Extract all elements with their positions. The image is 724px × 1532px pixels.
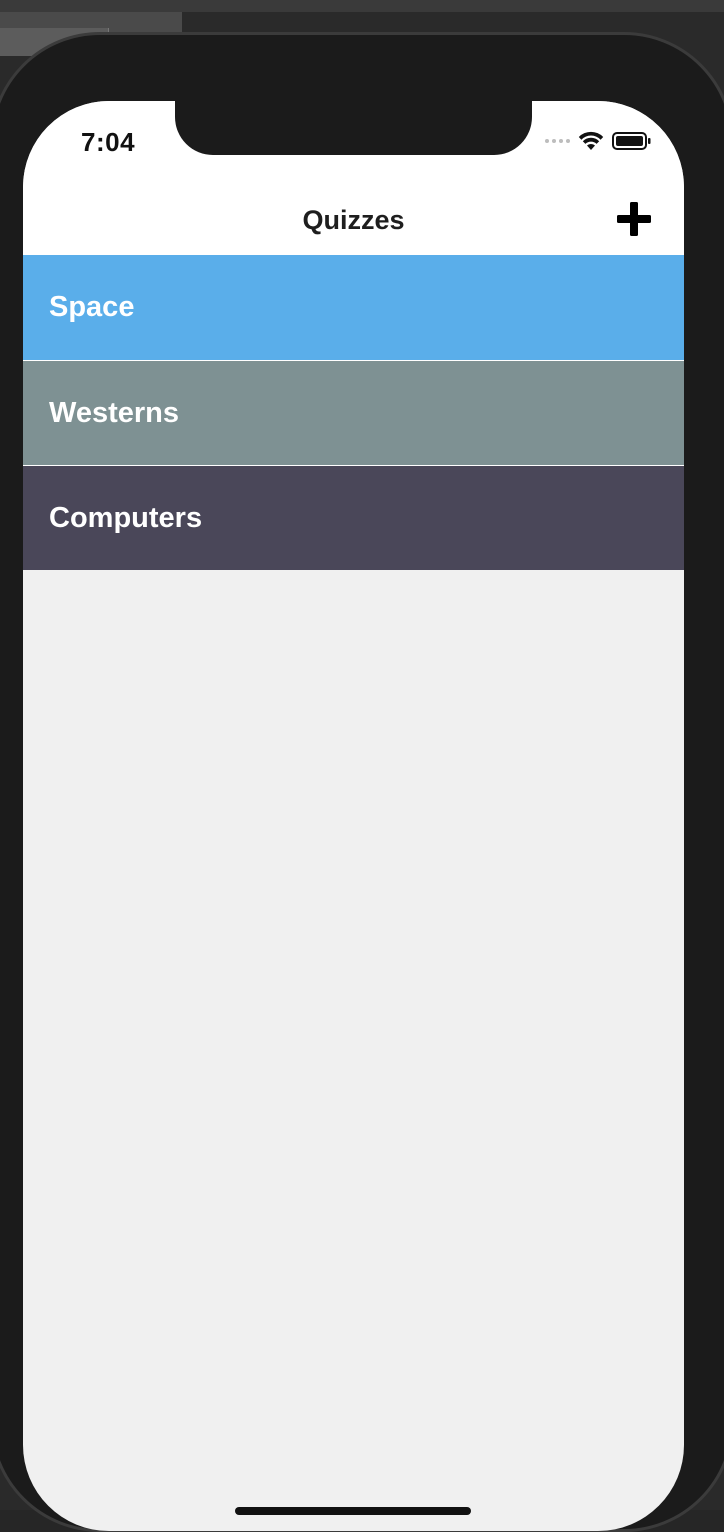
- backdrop-toolbar: [0, 0, 724, 12]
- add-quiz-button[interactable]: [614, 199, 654, 239]
- quiz-row-label: Westerns: [49, 396, 180, 429]
- phone-screen: 7:04 Quizzes Space Westerns Computers: [23, 101, 684, 1531]
- page-title: Quizzes: [302, 205, 405, 235]
- status-bar: 7:04: [23, 101, 684, 191]
- status-time: 7:04: [81, 127, 136, 157]
- quiz-row-label: Space: [49, 291, 135, 323]
- quiz-row-label: Computers: [49, 501, 203, 534]
- quiz-row-westerns[interactable]: Westerns: [23, 360, 684, 465]
- quiz-row-space[interactable]: Space: [23, 255, 684, 360]
- cellular-dots-icon: [545, 139, 570, 143]
- navigation-bar: Quizzes: [23, 191, 684, 255]
- device-notch: [175, 101, 532, 155]
- plus-icon: [617, 202, 651, 236]
- quiz-row-computers[interactable]: Computers: [23, 465, 684, 570]
- battery-icon: [612, 132, 651, 150]
- quiz-list: Space Westerns Computers: [23, 255, 684, 570]
- status-icons: [545, 131, 652, 151]
- wifi-icon: [578, 131, 604, 150]
- home-indicator[interactable]: [235, 1507, 471, 1515]
- phone-frame: 7:04 Quizzes Space Westerns Computers: [0, 32, 724, 1532]
